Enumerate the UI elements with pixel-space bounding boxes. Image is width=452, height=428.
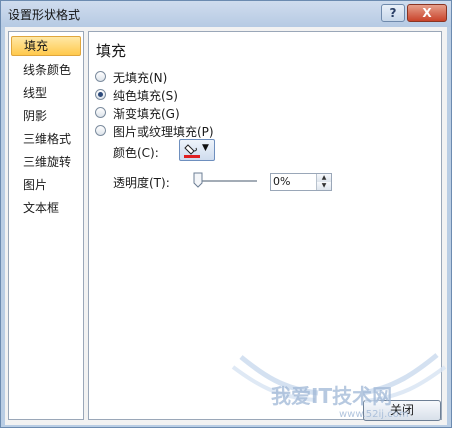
sidebar-item-label: 三维旋转 <box>23 155 72 169</box>
transparency-slider-track[interactable] <box>199 180 257 182</box>
sidebar-item-label: 填充 <box>24 39 49 53</box>
spin-buttons: ▲ ▼ <box>316 174 331 190</box>
radio-label: 纯色填充(S) <box>113 89 178 103</box>
radio-solid-fill[interactable]: 纯色填充(S) <box>95 87 205 103</box>
sidebar-item-label: 文本框 <box>23 201 60 215</box>
panel-title: 填充 <box>96 42 127 60</box>
radio-label: 图片或纹理填充(P) <box>113 125 214 139</box>
close-button[interactable]: 关闭 <box>363 400 441 421</box>
sidebar-item-line-color[interactable]: 线条颜色 <box>11 60 81 80</box>
help-icon: ? <box>389 6 397 20</box>
fill-color-dropdown[interactable]: ▼ <box>179 139 215 161</box>
radio-picture-texture-fill[interactable]: 图片或纹理填充(P) <box>95 123 235 139</box>
dialog-client-area: 填充 线条颜色 线型 阴影 三维格式 三维旋转 图片 文本框 填充 无填充(N)… <box>5 27 447 425</box>
dialog-title: 设置形状格式 <box>8 8 81 22</box>
sidebar-item-3d-rotation[interactable]: 三维旋转 <box>11 152 81 172</box>
color-label: 颜色(C): <box>113 146 159 160</box>
sidebar-item-label: 阴影 <box>23 109 48 123</box>
fill-settings-panel: 填充 无填充(N) 纯色填充(S) 渐变填充(G) 图片或纹理填充(P) 颜色(… <box>88 31 442 420</box>
radio-gradient-fill[interactable]: 渐变填充(G) <box>95 105 205 121</box>
sidebar-item-line-style[interactable]: 线型 <box>11 83 81 103</box>
sidebar-item-picture[interactable]: 图片 <box>11 175 81 195</box>
format-shape-dialog: 设置形状格式 ? X 填充 线条颜色 线型 阴影 三维格式 三维旋转 图片 文本… <box>0 0 452 428</box>
sidebar-item-3d-format[interactable]: 三维格式 <box>11 129 81 149</box>
transparency-slider-thumb[interactable] <box>193 172 203 188</box>
spin-down-button[interactable]: ▼ <box>317 182 331 190</box>
transparency-label: 透明度(T): <box>113 176 170 190</box>
spin-up-button[interactable]: ▲ <box>317 174 331 182</box>
radio-button[interactable] <box>95 125 106 136</box>
radio-label: 无填充(N) <box>113 71 168 85</box>
chevron-down-icon: ▼ <box>202 143 209 153</box>
radio-button[interactable] <box>95 107 106 118</box>
sidebar-item-label: 线条颜色 <box>23 63 72 77</box>
help-button[interactable]: ? <box>381 4 405 22</box>
transparency-value[interactable]: 0% <box>273 175 290 188</box>
sidebar-item-label: 线型 <box>23 86 48 100</box>
sidebar-item-label: 图片 <box>23 178 48 192</box>
sidebar-item-text-box[interactable]: 文本框 <box>11 198 81 218</box>
transparency-spinbox[interactable]: 0% ▲ ▼ <box>270 173 332 191</box>
title-bar[interactable]: 设置形状格式 ? X <box>1 1 451 27</box>
radio-button-checked[interactable] <box>95 89 106 100</box>
radio-label: 渐变填充(G) <box>113 107 180 121</box>
category-list: 填充 线条颜色 线型 阴影 三维格式 三维旋转 图片 文本框 <box>8 31 84 420</box>
window-close-button[interactable]: X <box>407 4 447 22</box>
radio-button[interactable] <box>95 71 106 82</box>
color-swatch <box>184 155 200 158</box>
paint-bucket-icon <box>184 144 200 158</box>
sidebar-item-fill[interactable]: 填充 <box>11 36 81 56</box>
radio-no-fill[interactable]: 无填充(N) <box>95 69 195 85</box>
sidebar-item-label: 三维格式 <box>23 132 72 146</box>
close-icon: X <box>422 6 432 20</box>
sidebar-item-shadow[interactable]: 阴影 <box>11 106 81 126</box>
